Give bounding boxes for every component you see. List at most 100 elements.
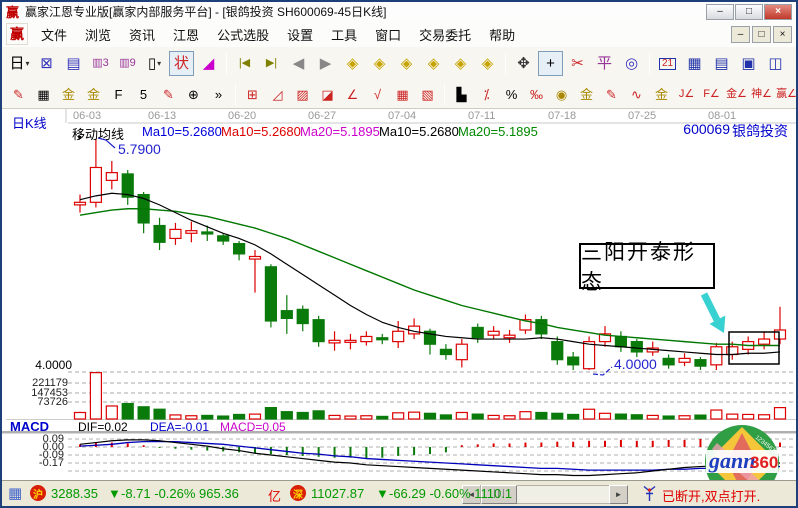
prev-bar-button[interactable]: ◀ (286, 51, 311, 76)
panel-label-macd: MACD (10, 419, 49, 434)
smart-analysis-button[interactable]: ◎ (619, 51, 644, 76)
cut-line-button[interactable]: ✂ (565, 51, 590, 76)
menu-item-7[interactable]: 窗口 (366, 23, 410, 46)
menu-item-9[interactable]: 帮助 (480, 23, 524, 46)
rect-tool-button[interactable]: ⊞ (241, 83, 264, 105)
mdi-restore-button[interactable]: □ (752, 26, 771, 43)
grid-gold2-button[interactable]: 金 (82, 83, 105, 105)
diamond-nav-5-button[interactable]: ◈ (448, 51, 473, 76)
diamond-nav-4-button[interactable]: ◈ (421, 51, 446, 76)
more-tools-button[interactable]: » (207, 83, 230, 105)
notes-button[interactable]: ▤ (709, 51, 734, 76)
scroll-right-button[interactable]: ► (609, 485, 628, 504)
calendar-button[interactable]: 21 (655, 51, 680, 76)
connection-antenna-icon (642, 485, 657, 502)
ma9-button[interactable]: ▥9 (115, 51, 140, 76)
last-bar-button[interactable]: ▶| (259, 51, 284, 76)
check-line-button[interactable]: √ (366, 83, 389, 105)
diamond-nav-6-button[interactable]: ◈ (475, 51, 500, 76)
diamond-nav-2-button[interactable]: ◈ (367, 51, 392, 76)
diamond-nav-3-button[interactable]: ◈ (394, 51, 419, 76)
crosshair-button[interactable]: + (538, 51, 563, 76)
vol-ladder-button[interactable]: ▙ (450, 83, 473, 105)
permille-button-icon: ‰ (530, 88, 543, 101)
toolbar-separator (235, 84, 236, 105)
ma3-button[interactable]: ▥3 (88, 51, 113, 76)
price-min-label: 4.0000 (2, 358, 72, 372)
save-button[interactable]: ▣ (736, 51, 761, 76)
minimize-button[interactable]: – (706, 4, 734, 20)
app-logo-icon: 赢 (6, 2, 19, 21)
pattern-match-button[interactable]: 状 (169, 51, 194, 76)
retrace-percent-button[interactable]: ⁒ (475, 83, 498, 105)
calculator-button[interactable]: ▦ (682, 51, 707, 76)
last-bar-button-icon: ▶| (266, 58, 277, 69)
gold-lines-button[interactable]: 金 (575, 83, 598, 105)
gann-ping-button[interactable]: 平 (592, 51, 617, 76)
gann-wheel-button[interactable]: ◉ (550, 83, 573, 105)
next-bar-button[interactable]: ▶ (313, 51, 338, 76)
pattern-annotation[interactable]: 三阳开泰形态 (579, 243, 715, 289)
market-grid-icon[interactable]: ▦ (8, 484, 22, 502)
menu-item-8[interactable]: 交易委托 (410, 23, 480, 46)
sz-index-change: -66.29 -0.60% 1110.1 (389, 486, 512, 501)
pen-grid-button[interactable]: ✎ (157, 83, 180, 105)
hatch-grid-button[interactable]: ▧ (416, 83, 439, 105)
menu-item-4[interactable]: 公式选股 (208, 23, 278, 46)
hand-tool-button[interactable]: ✥ (511, 51, 536, 76)
info-list-button[interactable]: ▤ (61, 51, 86, 76)
pattern-overlay-button[interactable]: ⊠ (34, 51, 59, 76)
menu-item-2[interactable]: 资讯 (120, 23, 164, 46)
menu-item-6[interactable]: 工具 (322, 23, 366, 46)
volume-hist-button[interactable]: ◢ (196, 51, 221, 76)
toolbar-separator (226, 53, 227, 74)
box-fan-button[interactable]: ▨ (291, 83, 314, 105)
net-transfer-button[interactable]: ⊟ (790, 51, 798, 76)
gann-ping-button-icon: 平 (597, 56, 612, 71)
percent-button[interactable]: % (500, 83, 523, 105)
diamond-nav-1-button[interactable]: ◈ (340, 51, 365, 76)
connection-status-text[interactable]: 已断开,双点打开. (662, 486, 760, 505)
period-day-button[interactable]: 日▾ (7, 51, 32, 76)
win-angle-button[interactable]: 赢∠ (775, 83, 798, 105)
mdi-close-button[interactable]: × (773, 26, 792, 43)
shen-angle-button[interactable]: 神∠ (750, 83, 773, 105)
menu-bar: 赢 文件浏览资讯江恩公式选股设置工具窗口交易委托帮助 – □ × (2, 21, 796, 48)
candle-style-button[interactable]: ▯▾ (142, 51, 167, 76)
brush-button[interactable]: ✎ (600, 83, 623, 105)
menu-item-1[interactable]: 浏览 (76, 23, 120, 46)
axis-date-label: 08-01 (708, 110, 736, 122)
permille-button[interactable]: ‰ (525, 83, 548, 105)
angle-line-button[interactable]: ∠ (341, 83, 364, 105)
hatch-grid-button-icon: ▧ (421, 88, 433, 101)
j-angle-button[interactable]: J∠ (675, 83, 698, 105)
dense-grid-button[interactable]: ▦ (391, 83, 414, 105)
square-fan-button[interactable]: ◪ (316, 83, 339, 105)
menu-item-0[interactable]: 文件 (32, 23, 76, 46)
wave-button[interactable]: ∿ (625, 83, 648, 105)
first-bar-button[interactable]: |◀ (232, 51, 257, 76)
grid-f-button[interactable]: F (107, 83, 130, 105)
grid-plain-button[interactable]: ▦ (32, 83, 55, 105)
maximize-button[interactable]: □ (735, 4, 763, 20)
ma3-button-icon: ▥3 (92, 58, 109, 69)
gold-angle2-button[interactable]: 金 (650, 83, 673, 105)
net-view-button[interactable]: ◫ (763, 51, 788, 76)
app-window: 赢 赢家江恩专业版[赢家内部服务平台] - [银鸽投资 SH600069-45日… (0, 0, 798, 508)
grid-gold1-button[interactable]: 金 (57, 83, 80, 105)
down-arrow-icon: ▼ (376, 486, 389, 501)
menu-logo-icon: 赢 (6, 23, 28, 45)
draw-pen-button[interactable]: ✎ (7, 83, 30, 105)
pattern-match-button-icon: 状 (174, 56, 189, 71)
menu-item-3[interactable]: 江恩 (164, 23, 208, 46)
close-button[interactable]: × (764, 4, 792, 20)
gold-angle-button[interactable]: 金∠ (725, 83, 748, 105)
menu-item-5[interactable]: 设置 (278, 23, 322, 46)
draw-pen-button-icon: ✎ (13, 88, 24, 101)
grid-5-button[interactable]: 5 (132, 83, 155, 105)
circle-grid-button[interactable]: ⊕ (182, 83, 205, 105)
f-angle-button[interactable]: F∠ (700, 83, 723, 105)
mdi-minimize-button[interactable]: – (731, 26, 750, 43)
macd-dea-label: DEA=-0.01 (150, 420, 209, 434)
fan-lines-button[interactable]: ◿ (266, 83, 289, 105)
